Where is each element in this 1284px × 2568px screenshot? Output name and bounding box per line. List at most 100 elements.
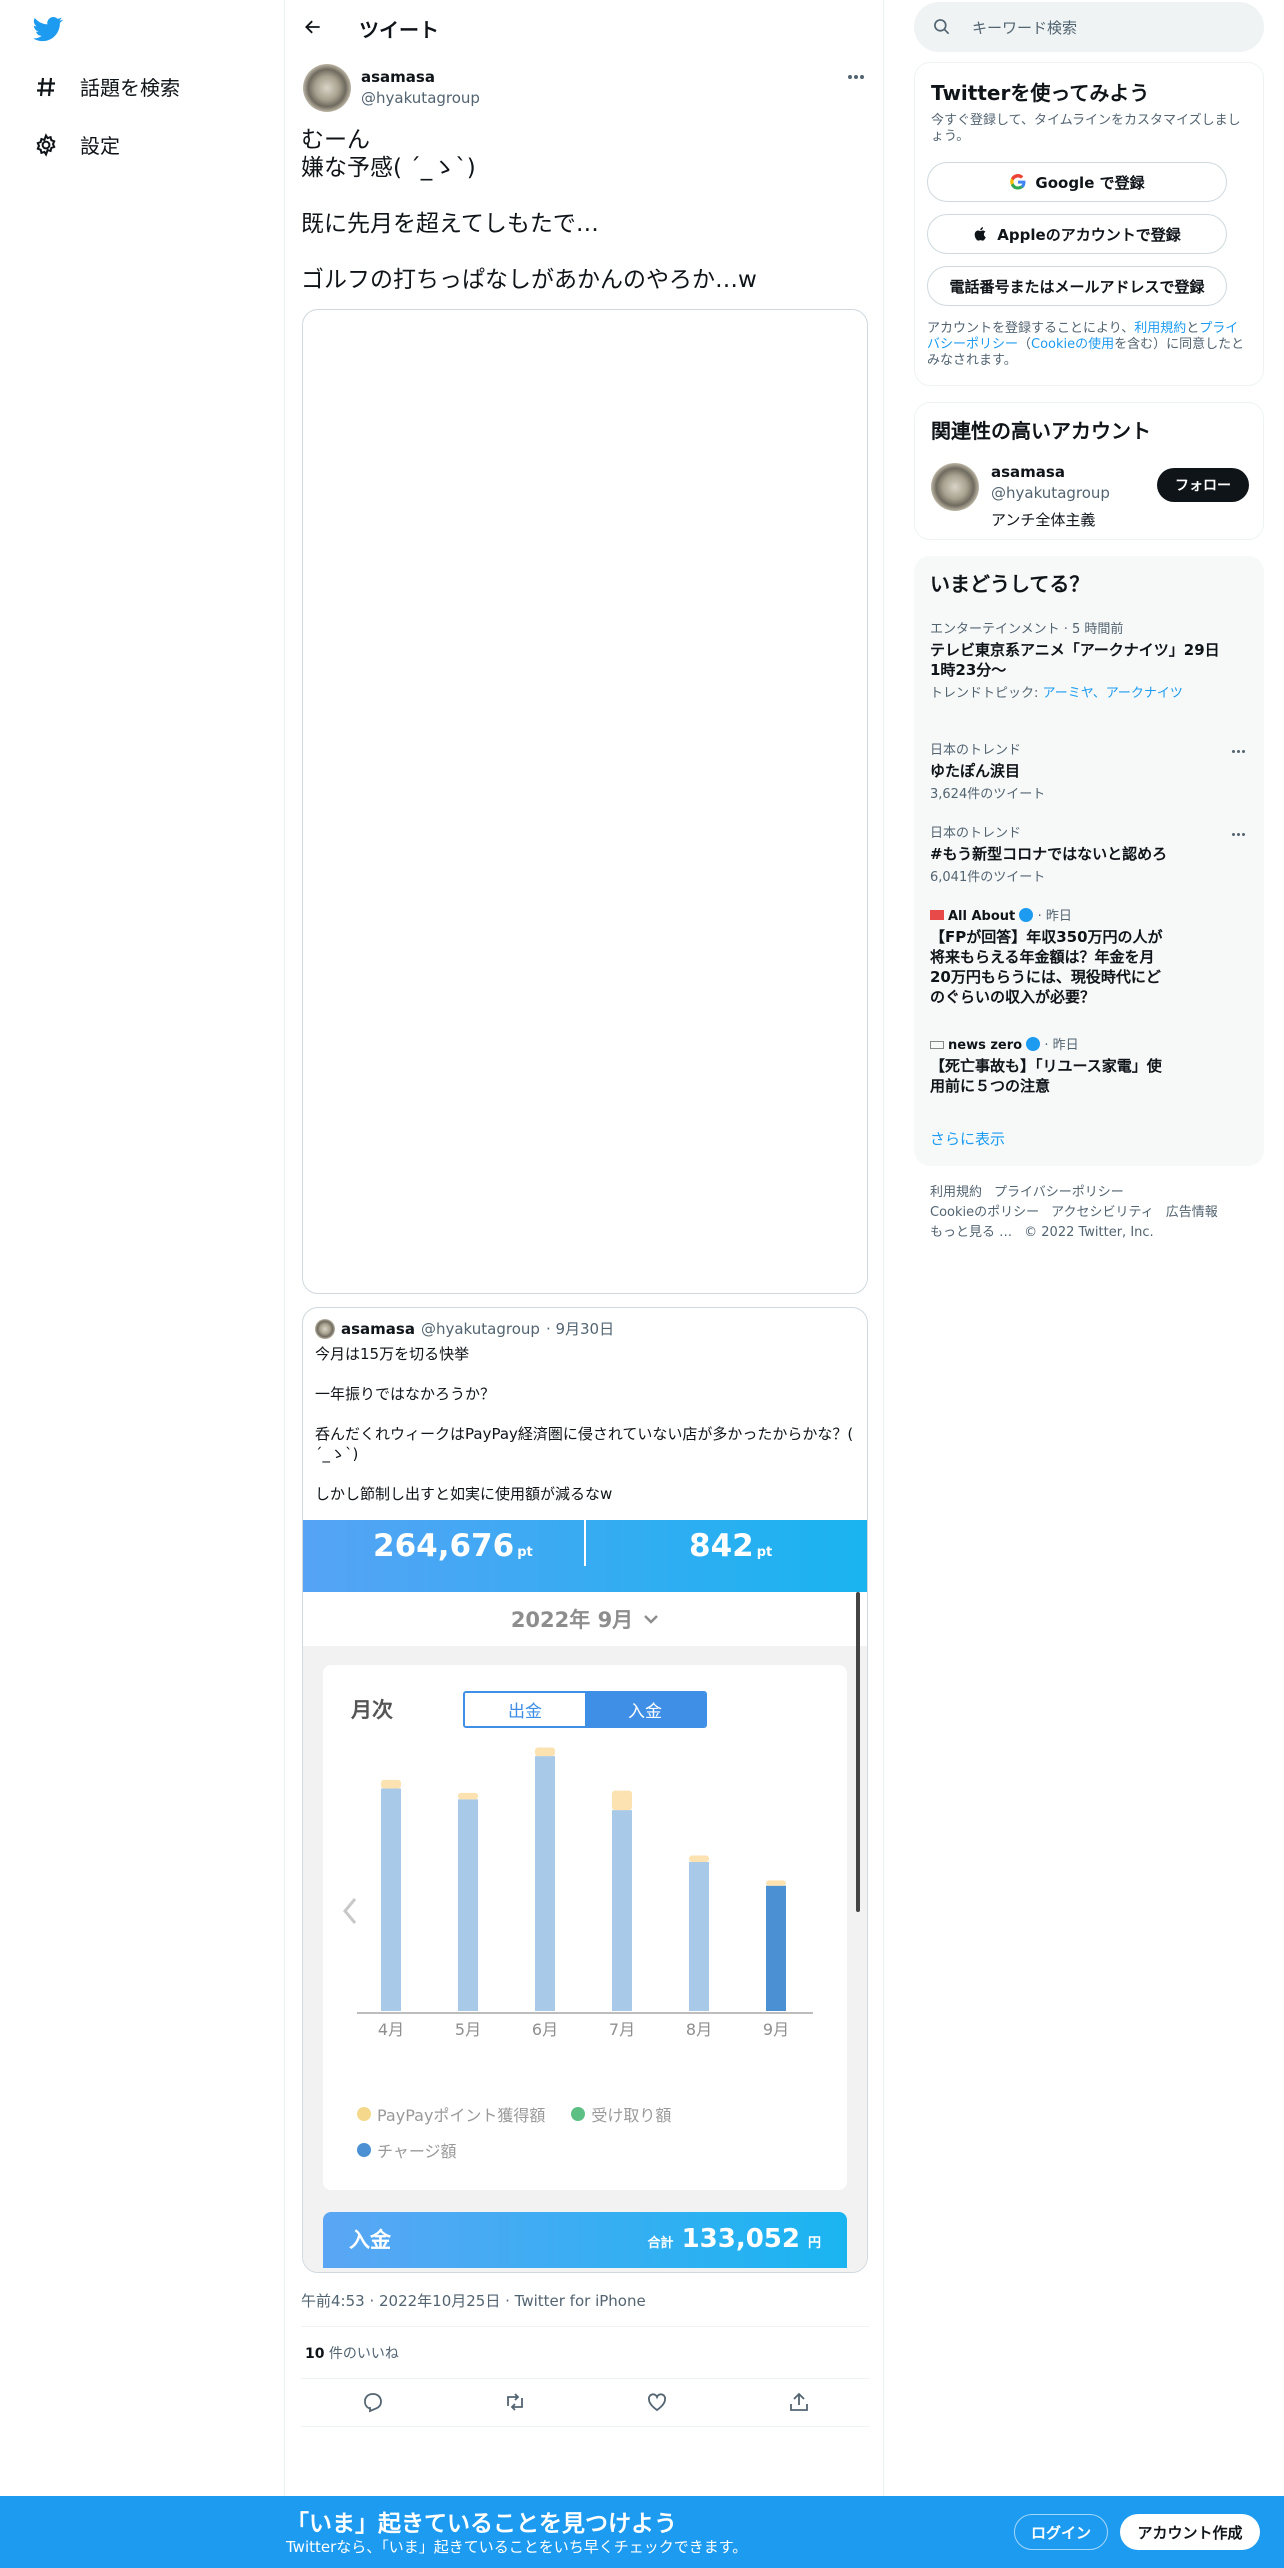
footer-accessibility[interactable]: アクセシビリティ: [1051, 1205, 1154, 1220]
apple-signup-button[interactable]: Appleのアカウントで登録: [927, 214, 1227, 254]
gear-icon: [36, 132, 56, 157]
search-bar[interactable]: キーワード検索: [914, 2, 1264, 52]
verified-icon: [1019, 908, 1034, 922]
right-sidebar: キーワード検索 Twitterを使ってみよう 今すぐ登録して、タイムラインをカス…: [914, 0, 1266, 2568]
google-signup-button[interactable]: Google で登録: [927, 162, 1227, 202]
footer-links: 利用規約 プライバシーポリシー Cookieのポリシー アクセシビリティ 広告情報 も…: [930, 1183, 1250, 1243]
bar-charge-4: [612, 1810, 632, 2011]
bar-points-1: [381, 1779, 401, 1789]
tweet-text: むーん 嫌な予感( ´_ゝ`) 既に先月を超えてしもたで… ゴルフの打ちっぱなし…: [301, 127, 757, 293]
legend-received: 受け取り額: [571, 2102, 671, 2126]
relevant-name[interactable]: asamasa: [991, 463, 1065, 481]
chevron-left-icon: [343, 1898, 357, 1924]
retweet-icon[interactable]: [503, 2390, 527, 2414]
verified-icon: [1026, 1037, 1041, 1051]
legend-paypay-points: PayPayポイント獲得額: [357, 2102, 545, 2126]
news-item[interactable]: All About · 昨日 【FPが回答】年収350万円の人が将来もらえる年金…: [930, 905, 1170, 1007]
month-label: 2022年 9月: [510, 1608, 634, 1632]
search-input[interactable]: キーワード検索: [972, 17, 1077, 38]
trend-item[interactable]: 日本のトレンド #もう新型コロナではないと認めろ 6,041件のツイート: [930, 822, 1230, 885]
prompt-subtitle: Twitterなら、「いま」起きていることをいち早くチェックできます。: [286, 2538, 748, 2556]
author-handle[interactable]: @hyakutagroup: [361, 89, 480, 107]
nav-settings[interactable]: 設定: [34, 130, 120, 159]
author-name[interactable]: asamasa: [361, 68, 435, 86]
points-divider: [584, 1520, 586, 1566]
footer-more[interactable]: もっと見る …: [930, 1225, 1012, 1240]
quoted-date: · 9月30日: [545, 1320, 615, 1338]
bar-charge-5: [689, 1861, 709, 2011]
chart-legend: PayPayポイント獲得額 受け取り額 チャージ額: [357, 2102, 671, 2174]
image-scrollbar: [856, 1592, 860, 1912]
x-tick-label: 4月: [378, 2020, 404, 2039]
quoted-tweet[interactable]: asamasa @hyakutagroup · 9月30日 今月は15万を切る快…: [302, 1307, 868, 2273]
points-right: 842 pt: [689, 1528, 773, 1564]
cookie-link[interactable]: Cookieの使用: [1031, 337, 1114, 352]
x-tick-label: 8月: [686, 2020, 712, 2039]
tweet-media[interactable]: [302, 309, 868, 1294]
follow-button[interactable]: フォロー: [1157, 468, 1249, 502]
relevant-avatar[interactable]: [931, 463, 979, 511]
news-zero-logo-icon: [930, 1041, 944, 1049]
hashtag-icon: [37, 77, 55, 96]
author-avatar[interactable]: [303, 64, 351, 112]
google-signup-label: Google で登録: [1035, 173, 1145, 192]
signup-title: Twitterを使ってみよう: [931, 81, 1150, 105]
nav-settings-label: 設定: [80, 134, 120, 158]
segment-toggle: 出金 入金: [463, 1691, 707, 1728]
bar-charge-2: [458, 1799, 478, 2011]
quoted-author-avatar: [315, 1318, 335, 1339]
more-options-icon[interactable]: [845, 66, 867, 88]
signup-subtitle: 今すぐ登録して、タイムラインをカスタマイズしましょう。: [931, 113, 1241, 144]
relevant-handle[interactable]: @hyakutagroup: [991, 484, 1110, 502]
news-item[interactable]: news zero · 昨日 【死亡事故も】「リユース家電」使用前に５つの注意: [930, 1034, 1170, 1096]
reply-icon[interactable]: [361, 2390, 385, 2414]
login-button[interactable]: ログイン: [1014, 2514, 1108, 2550]
nav-explore[interactable]: 話題を検索: [34, 72, 180, 101]
quoted-screenshot[interactable]: 264,676 pt 842 pt 2022年 9月 月次 出金 入金 4月 5月 6月…: [303, 1520, 867, 2272]
page-title: ツイート: [359, 18, 439, 42]
trend-more-icon[interactable]: [1228, 833, 1248, 839]
divider: [301, 2326, 869, 2327]
twitter-logo-icon[interactable]: [32, 14, 64, 44]
trend-item[interactable]: 日本のトレンド ゆたぽん涙目 3,624件のツイート: [930, 739, 1230, 802]
deposit-label: 入金: [349, 2228, 391, 2252]
tab-deposit: 入金: [585, 1693, 705, 1726]
terms-link[interactable]: 利用規約: [1134, 321, 1186, 336]
footer-privacy[interactable]: プライバシーポリシー: [994, 1185, 1124, 1200]
trends-panel: いまどうしてる？ エンターテインメント · 5 時間前 テレビ東京系アニメ「アー…: [914, 556, 1264, 1166]
trend-more-icon[interactable]: [1228, 750, 1248, 756]
footer-ads[interactable]: 広告情報: [1166, 1205, 1218, 1220]
x-tick-label: 7月: [609, 2020, 635, 2039]
like-icon[interactable]: [645, 2390, 669, 2414]
tweet-meta[interactable]: 午前4:53 · 2022年10月25日 · Twitter for iPhon…: [301, 2290, 646, 2311]
footer-terms[interactable]: 利用規約: [930, 1185, 982, 1200]
left-navigation: 話題を検索 設定: [0, 0, 284, 2568]
quoted-author-handle: @hyakutagroup: [420, 1319, 540, 1338]
x-tick-label: 6月: [532, 2020, 558, 2039]
arrow-left-icon: [305, 20, 320, 34]
likes-count[interactable]: 10 件のいいね: [305, 2343, 399, 2363]
bar-points-3: [535, 1747, 555, 1757]
deposit-total: 合計 133,052 円: [647, 2224, 821, 2254]
show-more-link[interactable]: さらに表示: [930, 1128, 1005, 1149]
bar-charge-1: [381, 1788, 401, 2011]
phone-signup-button[interactable]: 電話番号またはメールアドレスで登録: [927, 266, 1227, 306]
search-icon: [934, 19, 950, 35]
chevron-down-icon: [644, 1615, 659, 1624]
divider: [301, 2378, 869, 2379]
phone-signup-label: 電話番号またはメールアドレスで登録: [949, 277, 1205, 296]
share-icon[interactable]: [787, 2390, 811, 2414]
signup-button[interactable]: アカウント作成: [1120, 2514, 1260, 2550]
tweet-column: ツイート asamasa @hyakutagroup むーん 嫌な予感( ´_ゝ…: [284, 0, 884, 2568]
divider: [301, 2426, 869, 2427]
bar-charge-3: [535, 1756, 555, 2011]
trend-item[interactable]: エンターテインメント · 5 時間前 テレビ東京系アニメ「アークナイツ」29日1…: [930, 618, 1230, 702]
apple-icon: [974, 227, 987, 241]
x-tick-label: 9月: [763, 2020, 789, 2039]
footer-cookie[interactable]: Cookieのポリシー: [930, 1205, 1039, 1220]
signup-prompt-bar: 「いま」起きていることを見つけよう Twitterなら、「いま」起きていることを…: [0, 2496, 1284, 2568]
bar-points-6: [766, 1880, 786, 1886]
signup-legal: アカウントを登録することにより、利用規約とプライバシーポリシー（Cookieの使…: [927, 321, 1245, 368]
back-button[interactable]: [299, 13, 327, 41]
bar-points-5: [689, 1855, 709, 1862]
